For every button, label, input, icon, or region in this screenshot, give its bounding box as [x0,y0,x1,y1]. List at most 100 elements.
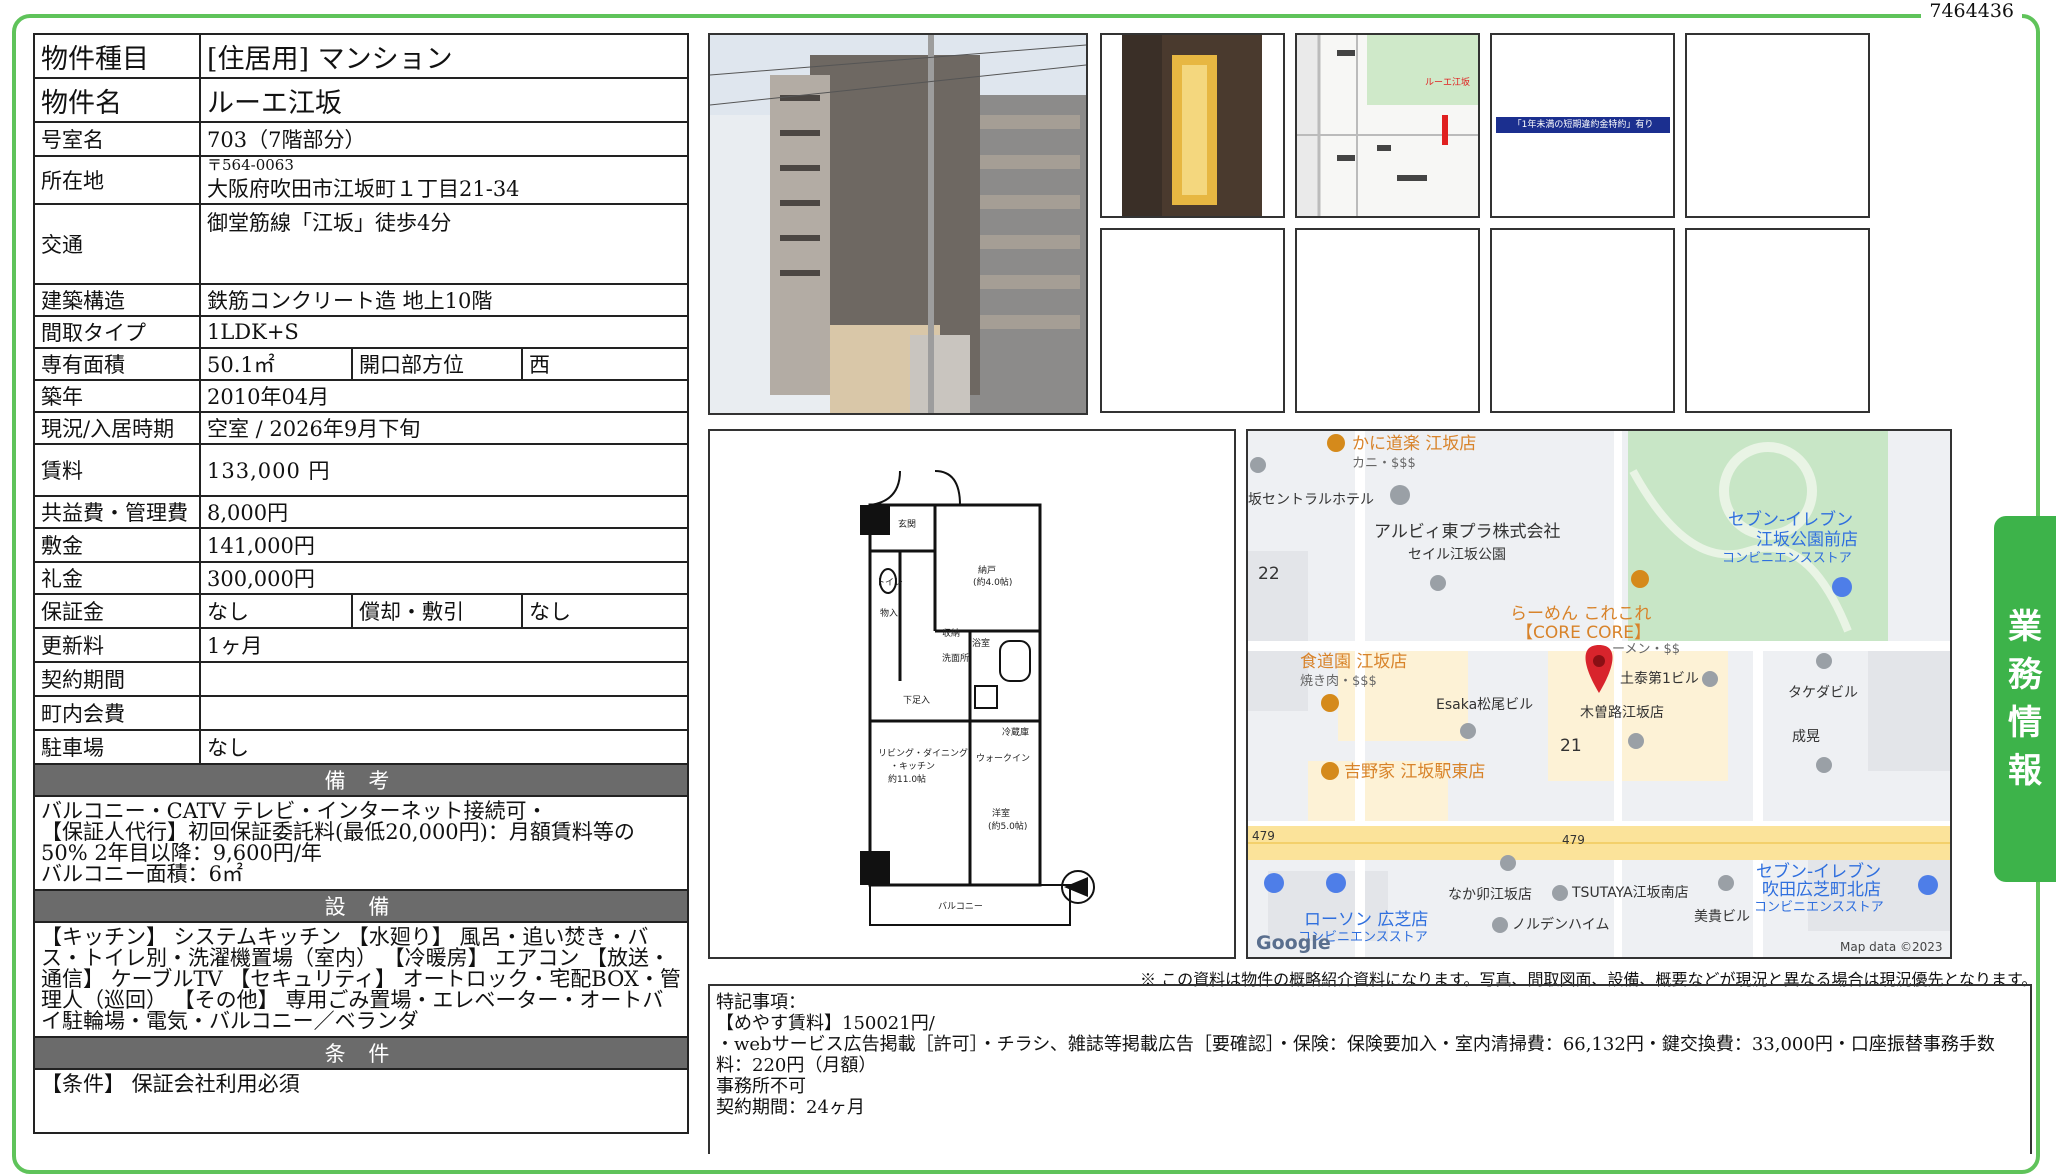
empty-thumbnail [1685,33,1870,218]
room-label: 玄関 [898,518,916,530]
label: 専有面積 [33,347,201,381]
room-label: (約5.0帖) [988,820,1027,832]
row-layout: 間取タイプ 1LDK+S [33,315,690,349]
map-label: 21 [1560,736,1582,756]
label: 礼金 [33,561,201,595]
section-heading: 設 備 [32,889,690,923]
label: 開口部方位 [351,347,523,381]
label: 共益費・管理費 [33,495,201,529]
notice-thumbnail[interactable]: 「1年未満の短期違約金特約」有り [1490,33,1675,218]
label: 建築構造 [33,283,201,317]
google-logo: Google [1256,932,1331,954]
area-map-thumbnail[interactable]: ルーエ江坂 [1295,33,1480,218]
label: 賃料 [33,443,201,497]
label: 所在地 [33,155,201,205]
map-label: TSUTAYA江坂南店 [1571,885,1689,901]
label: 敷金 [33,527,201,563]
row-community: 町内会費 [33,695,690,731]
remarks-line: バルコニー面積：6㎡ [41,862,243,886]
property-table: 物件種目 [住居用] マンション 物件名 ルーエ江坂 号室名 703（7階部分）… [32,33,690,1134]
map-label: ノルデンハイム [1512,916,1609,933]
label: 号室名 [33,121,201,157]
map-label: コンビニエンスストア [1722,551,1852,566]
row-transit: 交通 御堂筋線「江坂」徒歩4分 [33,203,690,285]
map-label: 美貴ビル [1694,909,1750,925]
map-label: かに道楽 江坂店 [1352,434,1476,454]
value: [住居用] マンション [198,33,690,79]
facilities-body: 【キッチン】 システムキッチン 【水廻り】 風呂・追い焚き・バス・トイレ別・洗濯… [32,921,690,1038]
row-type: 物件種目 [住居用] マンション [33,33,690,79]
remarks-line: 【保証人代行】初回保証委託料(最低20,000円)：月額賃料等の50% 2年目以… [41,820,635,865]
row-built: 築年 2010年04月 [33,379,690,413]
room-label: リビング・ダイニング [878,747,968,759]
conditions-text: 【条件】 保証会社利用必須 [32,1068,690,1134]
map-label: コンビニエンスストア [1754,900,1884,915]
map-label: セイル江坂公園 [1408,547,1506,563]
row-status: 現況/入居時期 空室 / 2026年9月下旬 [33,411,690,445]
facilities-text: 【キッチン】 システムキッチン 【水廻り】 風呂・追い焚き・バス・トイレ別・洗濯… [32,921,690,1038]
row-name: 物件名 ルーエ江坂 [33,77,690,123]
special-line: 特記事項： [716,992,806,1013]
value: ルーエ江坂 [198,77,690,123]
row-contract: 契約期間 [33,661,690,697]
map-label: 【CORE CORE】 [1516,623,1651,643]
area-map-illustration: ルーエ江坂 [1297,35,1478,216]
side-tab-char: 業 [2008,607,2042,647]
side-tab-char: 務 [2008,655,2042,695]
business-info-tab[interactable]: 業 務 情 報 [1994,516,2056,882]
label: 現況/入居時期 [33,411,201,445]
map-label: 成晃 [1792,729,1820,745]
map-label: タケダビル [1788,685,1858,701]
room-label: 約11.0帖 [888,773,926,785]
rent-value: 133,000 円 [198,443,690,497]
room-label: (約4.0帖) [973,576,1012,588]
map-label: セブン-イレブン [1728,509,1853,530]
row-parking: 駐車場 なし [33,729,690,765]
label: 償却・敷引 [351,593,523,629]
row-keymoney: 礼金 300,000円 [33,561,690,595]
row-fee: 共益費・管理費 8,000円 [33,495,690,529]
value [198,661,690,697]
label: 間取タイプ [33,315,201,349]
conditions-body: 【条件】 保証会社利用必須 [32,1068,690,1134]
map-label: ローソン 広芝店 [1304,910,1428,930]
floor-plan-drawing: 玄関 納戸 (約4.0帖) トイレ 物入 洗面所 浴室 収納 リビング・ダイニン… [710,431,1234,957]
location-map[interactable]: かに道楽 江坂店 カニ・$$$ 坂セントラルホテル アルビィ東プラ株式会社 セイ… [1246,429,1952,959]
map-label: 479 [1562,833,1585,847]
building-photo[interactable] [708,33,1088,415]
room-label: ・キッチン [890,761,935,772]
value: なし [198,729,690,765]
empty-thumbnail [1490,228,1675,413]
map-attribution: Map data ©2023 [1840,940,1943,954]
row-room: 号室名 703（7階部分） [33,121,690,157]
map-label: ーメン・$$ [1612,642,1680,657]
room-label: 洋室 [992,807,1010,819]
section-heading: 備 考 [32,763,690,797]
map-label: 吉野家 江坂駅東店 [1344,762,1485,782]
remarks-header: 備 考 [32,763,690,797]
room-label: 納戸 [978,564,996,576]
label: 契約期間 [33,661,201,697]
value: 2010年04月 [198,379,690,413]
floor-plan[interactable]: 玄関 納戸 (約4.0帖) トイレ 物入 洗面所 浴室 収納 リビング・ダイニン… [708,429,1236,959]
empty-thumbnail [1685,228,1870,413]
special-notes: 特記事項： 【めやす賃料】150021円/ ・webサービス広告掲載［許可］・チ… [708,984,2032,1154]
map-label: 吹田広芝町北店 [1762,880,1881,900]
entrance-thumbnail[interactable] [1100,33,1285,218]
label: 駐車場 [33,729,201,765]
map-label: 土泰第1ビル [1620,670,1699,687]
value: なし [520,593,690,629]
address-text: 大阪府吹田市江坂町１丁目21-34 [207,177,520,201]
room-label: 物入 [880,607,898,619]
label: 交通 [33,203,201,285]
row-guarantee: 保証金 なし 償却・敷引 なし [33,593,690,629]
empty-thumbnail [1100,228,1285,413]
label: 物件種目 [33,33,201,79]
value: 鉄筋コンクリート造 地上10階 [198,283,690,317]
map-label: 22 [1258,564,1280,584]
value: 300,000円 [198,561,690,595]
conditions-header: 条 件 [32,1036,690,1070]
map-label: セブン-イレブン [1756,861,1881,882]
special-line: 【めやす賃料】150021円/ [716,1013,935,1034]
empty-thumbnail [1295,228,1480,413]
